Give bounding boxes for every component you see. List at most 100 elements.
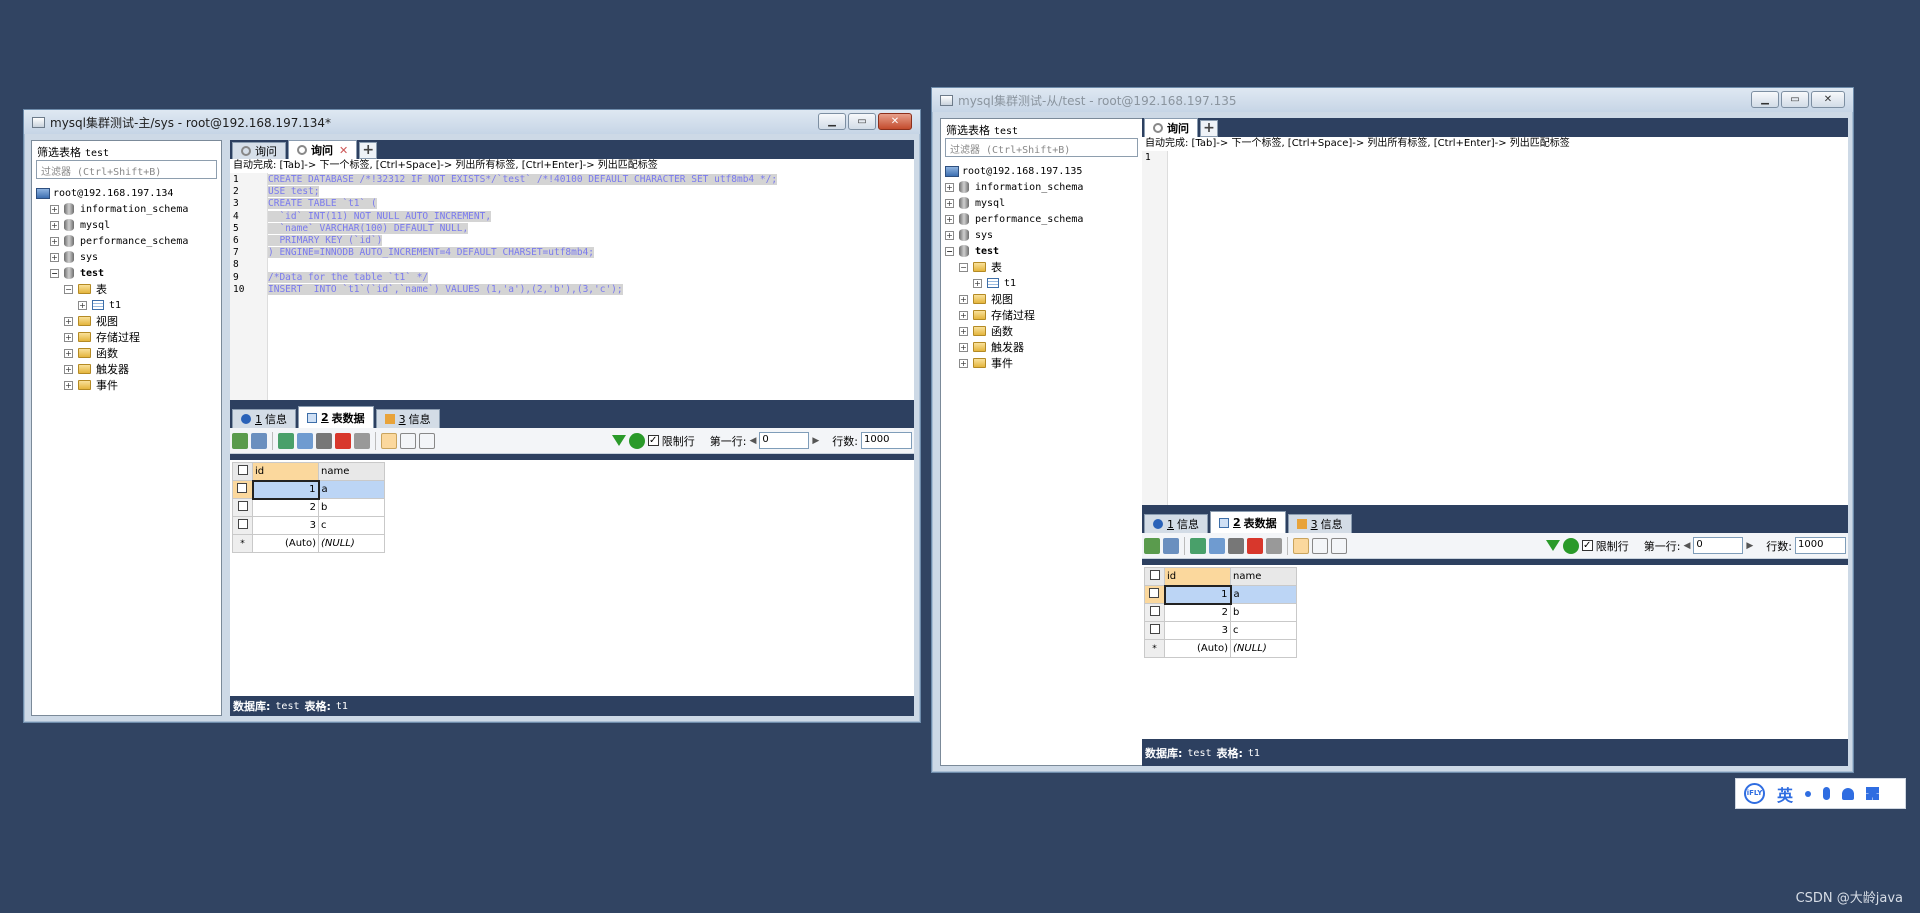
expand-icon[interactable]: + [959,310,968,320]
tab-result-tabledata[interactable]: 2 表数据 [1210,511,1286,533]
right-window-titlebar[interactable]: mysql集群测试-从/test - root@192.168.197.135 … [932,88,1853,112]
code-area[interactable] [1168,151,1848,505]
expand-icon[interactable]: + [959,358,968,368]
disk-icon[interactable] [1228,537,1244,554]
add-tab-button[interactable]: + [359,142,378,159]
expand-icon[interactable]: + [945,214,954,224]
row-checkbox[interactable] [232,516,253,535]
code-area[interactable]: CREATE DATABASE /*!32312 IF NOT EXISTS*/… [268,173,914,400]
expand-icon[interactable]: + [78,300,87,310]
collapse-icon[interactable]: − [64,284,73,294]
tree-folder-tables[interactable]: − 表 [945,259,1142,275]
expand-icon[interactable]: + [64,380,73,390]
insert-dropdown-icon[interactable] [1163,537,1179,554]
text-view-icon[interactable] [419,432,435,449]
limit-checkbox[interactable]: ✓ [647,435,659,446]
cell-id[interactable]: 1 [1163,584,1232,605]
row-checkbox[interactable] [1144,603,1165,622]
prev-arrow-icon[interactable]: ◀ [1683,541,1690,551]
tab-result-info-1[interactable]: 1 信息 [232,409,296,428]
tab-result-info-3[interactable]: 3 信息 [375,409,440,428]
row-checkbox[interactable] [232,498,253,517]
next-arrow-icon[interactable]: ▶ [812,436,819,446]
grid-view-icon[interactable] [381,432,397,449]
new-row[interactable]: * (Auto) (NULL) [1144,639,1297,658]
row-checkbox[interactable] [1144,621,1165,640]
minimize-button[interactable]: ▁ [818,113,846,130]
filter-input[interactable]: 过滤器 (Ctrl+Shift+B) [36,160,217,179]
tree-db-mysql[interactable]: + mysql [945,195,1142,211]
insert-row-icon[interactable] [1144,537,1160,554]
table-row[interactable]: 1 a [232,479,385,500]
tree-folder-triggers[interactable]: + 触发器 [36,361,221,377]
insert-row-icon[interactable] [232,432,248,449]
rows-input[interactable]: 1000 [861,432,912,449]
new-row[interactable]: * (Auto) (NULL) [232,534,385,553]
tab-result-tabledata[interactable]: 2 表数据 [298,406,374,428]
tree-folder-tables[interactable]: − 表 [36,281,221,297]
column-header-id[interactable]: id [1164,567,1231,586]
tree-db-sys[interactable]: + sys [36,249,221,265]
limit-checkbox[interactable]: ✓ [1581,540,1593,551]
cancel-icon[interactable] [354,432,370,449]
left-window-titlebar[interactable]: mysql集群测试-主/sys - root@192.168.197.134* … [24,110,920,134]
cell-name[interactable]: a [1230,585,1297,604]
filter-input[interactable]: 过滤器 (Ctrl+Shift+B) [945,138,1138,157]
select-all-checkbox[interactable] [1144,567,1165,586]
close-button[interactable]: ✕ [878,113,912,130]
tree-folder-functions[interactable]: + 函数 [945,323,1142,339]
form-view-icon[interactable] [400,432,416,449]
row-checkbox[interactable] [1144,585,1165,604]
form-view-icon[interactable] [1312,537,1328,554]
tab-query-2[interactable]: 询问 ✕ [288,140,358,159]
expand-icon[interactable]: + [959,342,968,352]
user-icon[interactable] [1842,787,1855,800]
expand-icon[interactable]: + [959,326,968,336]
filter-icon[interactable] [611,435,626,446]
refresh-icon[interactable] [1209,537,1225,554]
tree-folder-functions[interactable]: + 函数 [36,345,221,361]
tab-result-info-3[interactable]: 3 信息 [1287,514,1352,533]
expand-icon[interactable]: + [959,294,968,304]
tree-folder-events[interactable]: + 事件 [945,355,1142,371]
add-tab-button[interactable]: + [1200,120,1218,137]
table-row[interactable]: 2 b [232,498,385,517]
filter-icon[interactable] [1545,540,1560,551]
insert-dropdown-icon[interactable] [251,432,267,449]
tree-db-information-schema[interactable]: + information_schema [945,179,1142,195]
disk-icon[interactable] [316,432,332,449]
tree-db-information-schema[interactable]: + information_schema [36,201,221,217]
table-row[interactable]: 2 b [1144,603,1297,622]
expand-icon[interactable]: + [50,236,59,246]
refresh-circle-icon[interactable] [1562,537,1579,554]
tree-folder-triggers[interactable]: + 触发器 [945,339,1142,355]
punctuation-icon[interactable] [1805,790,1812,797]
cell-name[interactable]: b [318,498,385,517]
cell-id[interactable]: 3 [252,516,319,535]
column-header-id[interactable]: id [252,462,319,481]
table-row[interactable]: 3 c [232,516,385,535]
cell-name[interactable]: (NULL) [1230,639,1297,658]
tree-folder-views[interactable]: + 视图 [945,291,1142,307]
select-all-checkbox[interactable] [232,462,253,481]
cell-name[interactable]: c [318,516,385,535]
ifly-logo-icon[interactable]: iFLY [1744,783,1765,804]
rows-input[interactable]: 1000 [1795,537,1846,554]
cell-name[interactable]: b [1230,603,1297,622]
column-header-name[interactable]: name [318,462,385,481]
text-view-icon[interactable] [1331,537,1347,554]
refresh-icon[interactable] [297,432,313,449]
cell-name[interactable]: a [318,480,385,499]
column-header-name[interactable]: name [1230,567,1297,586]
sql-editor[interactable]: 1 [1142,151,1848,505]
maximize-button[interactable]: ▭ [848,113,876,130]
apps-grid-icon[interactable] [1866,787,1880,800]
cancel-icon[interactable] [1266,537,1282,554]
minimize-button[interactable]: ▁ [1751,91,1779,108]
expand-icon[interactable]: + [64,332,73,342]
grid-view-icon[interactable] [1293,537,1309,554]
cell-id[interactable]: (Auto) [1164,639,1231,658]
cell-id[interactable]: 2 [1164,603,1231,622]
tree-folder-procedures[interactable]: + 存储过程 [945,307,1142,323]
first-row-input[interactable]: 0 [1693,537,1744,554]
